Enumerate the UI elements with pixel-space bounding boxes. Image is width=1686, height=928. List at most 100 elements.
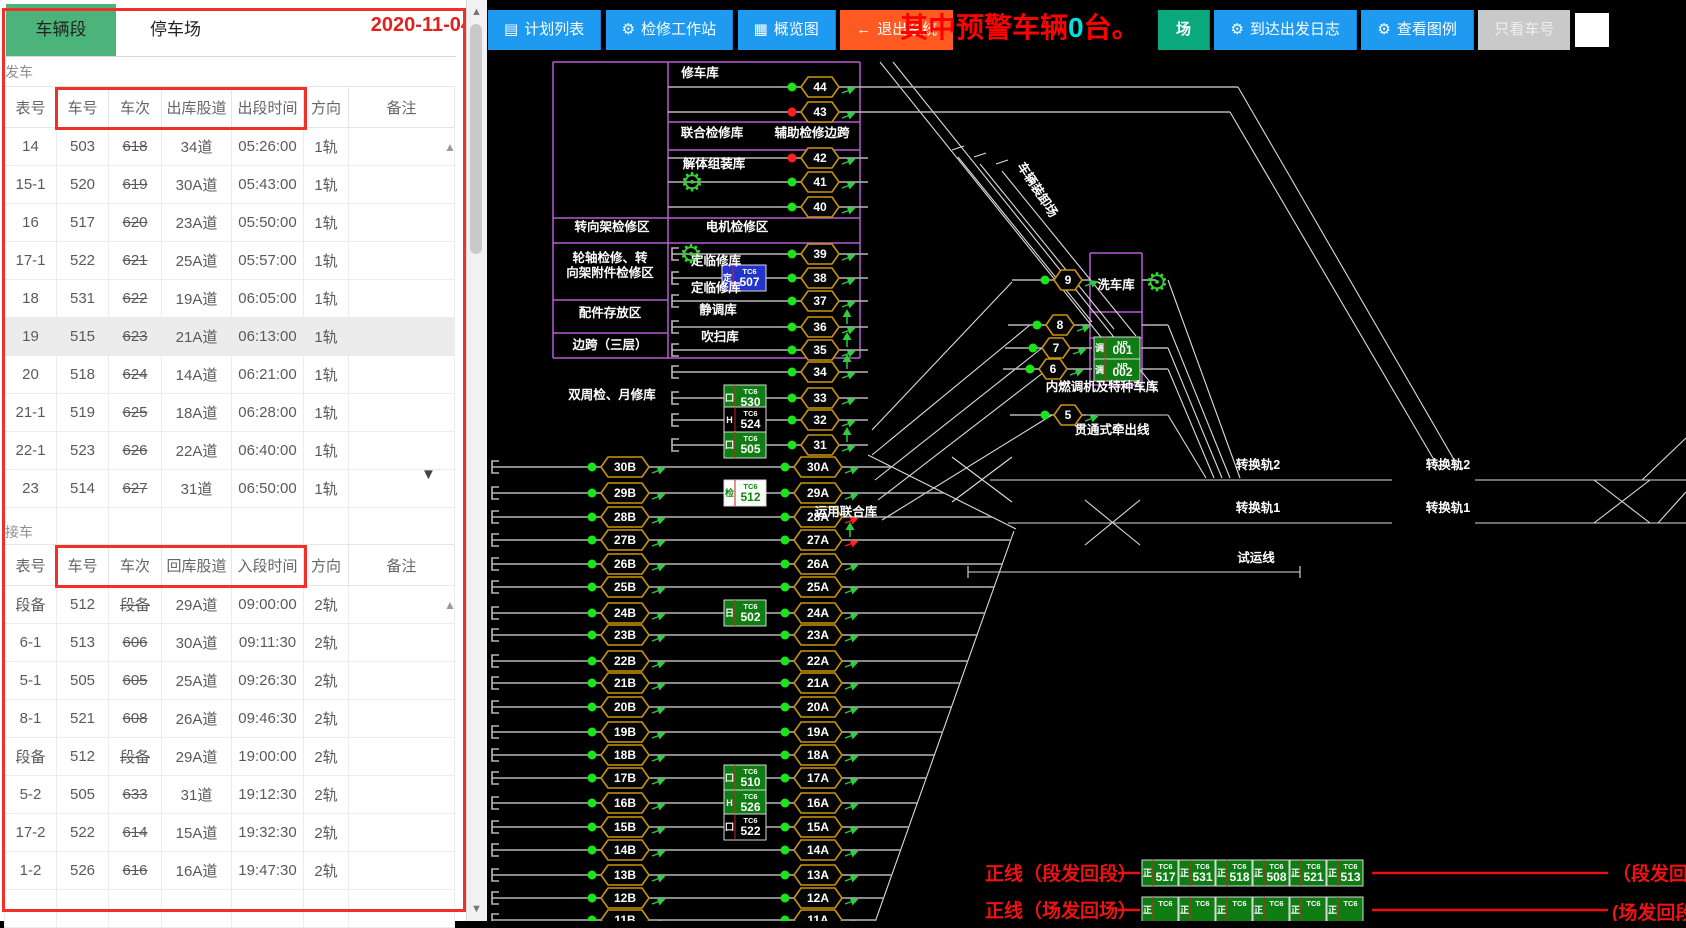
- arrive-cell: 09:00:00: [232, 586, 304, 624]
- green-signal-dot: [588, 536, 597, 545]
- diagram-label: 轮轴检修、转: [572, 250, 648, 265]
- scrollbar-thumb[interactable]: [470, 24, 482, 254]
- diagram-line: [974, 153, 986, 157]
- green-signal-dot: [588, 560, 597, 569]
- green-signal-dot: [788, 346, 797, 355]
- train-box-icon: 正: [1180, 905, 1189, 915]
- route-arrow-icon: [845, 469, 856, 473]
- track-badge-label: 11A: [807, 913, 829, 921]
- green-signal-dot: [781, 489, 790, 498]
- arrive-row[interactable]: [5, 890, 455, 928]
- arrive-row[interactable]: 1-252661616A道19:47:302轨: [5, 852, 455, 890]
- arrive-row[interactable]: 17-252261415A道19:32:302轨: [5, 814, 455, 852]
- depart-cell: 1轨: [304, 166, 349, 204]
- depart-row[interactable]: 22-152362622A道06:40:001轨: [5, 432, 455, 470]
- arrive-depart-log-button[interactable]: ⚙到达出发日志: [1214, 10, 1356, 50]
- depart-row[interactable]: 1951562321A道06:13:001轨: [5, 318, 455, 356]
- depart-cell: [349, 128, 455, 166]
- arrive-cell: 505: [57, 662, 109, 700]
- diagram-label: 试运线: [1237, 550, 1275, 565]
- plan-list-button[interactable]: ▤计划列表: [488, 10, 601, 50]
- date-label: 2020-11-04: [371, 14, 472, 37]
- scroll-up-icon[interactable]: ▲: [471, 6, 482, 18]
- green-signal-dot: [588, 751, 597, 760]
- depart-header: 表号: [5, 87, 57, 128]
- arrive-row[interactable]: 段备512段备29A道19:00:002轨: [5, 738, 455, 776]
- route-arrow-icon: [845, 734, 856, 738]
- route-arrow-icon: [845, 829, 856, 833]
- diagram-label: （段发回场: [1612, 862, 1686, 885]
- repair-workstation-button[interactable]: ⚙检修工作站: [606, 10, 733, 50]
- diagram-pane: 444342414039383736353433323130B30A29B29A…: [486, 0, 1686, 921]
- route-arrow-icon: [842, 400, 853, 404]
- diagram-label: 正线（段发回段）: [985, 862, 1137, 885]
- arrive-row[interactable]: 5-250563331道19:12:302轨: [5, 776, 455, 814]
- depart-row[interactable]: 2051862414A道06:21:001轨: [5, 356, 455, 394]
- train-box-number: 522: [740, 824, 760, 838]
- depart-row[interactable]: 1651762023A道05:50:001轨: [5, 204, 455, 242]
- arrive-row[interactable]: 段备512段备29A道09:00:002轨: [5, 586, 455, 624]
- arrive-cell: 段备: [109, 738, 162, 776]
- tab-depot[interactable]: 车辆段: [6, 4, 116, 56]
- depart-cell: 515: [57, 318, 109, 356]
- green-signal-dot: [588, 871, 597, 880]
- depart-cell: [349, 356, 455, 394]
- field-button[interactable]: 场: [1158, 10, 1210, 50]
- depart-row[interactable]: 17-152262125A道05:57:001轨: [5, 242, 455, 280]
- depart-scroll-down-icon[interactable]: ▼: [421, 466, 436, 483]
- scroll-down-icon[interactable]: ▼: [471, 903, 482, 915]
- tab-parking[interactable]: 停车场: [120, 4, 230, 56]
- depart-cell: 1轨: [304, 128, 349, 166]
- only-carno-button[interactable]: 只看车号: [1478, 10, 1570, 50]
- train-box-type: TC6: [1306, 899, 1320, 908]
- depart-row[interactable]: 15-152061930A道05:43:001轨: [5, 166, 455, 204]
- gear-icon[interactable]: ⚙: [680, 167, 703, 197]
- train-box-icon: 正: [1254, 905, 1263, 915]
- arrive-header: 车号: [57, 545, 109, 586]
- train-box-number: 517: [1155, 870, 1175, 884]
- track-badge-label: 16A: [807, 796, 829, 810]
- diagram-line: [1238, 87, 1460, 470]
- route-arrow-icon: [845, 685, 856, 689]
- diagram-label: 吹扫库: [701, 329, 739, 344]
- depart-cell: 1轨: [304, 394, 349, 432]
- train-box-number: 531: [1192, 870, 1212, 884]
- train-box-icon: 调: [1095, 364, 1104, 375]
- diagram-label: 配件存放区: [579, 305, 642, 320]
- train-box-number: 521: [1303, 870, 1323, 884]
- view-legend-button[interactable]: ⚙查看图例: [1361, 10, 1473, 50]
- arrive-row[interactable]: 5-150560525A道09:26:302轨: [5, 662, 455, 700]
- arrive-cell: [349, 586, 455, 624]
- track-badge-label: 17B: [614, 771, 636, 785]
- arrive-row[interactable]: 6-151360630A道09:11:302轨: [5, 624, 455, 662]
- route-arrow-icon: [845, 495, 856, 499]
- depart-row[interactable]: 1853162219A道06:05:001轨: [5, 280, 455, 318]
- toolbar-left: ▤计划列表 ⚙检修工作站 ▦概览图 ←退出系统: [488, 10, 953, 50]
- gear-icon[interactable]: ⚙: [1145, 267, 1168, 297]
- green-signal-dot: [788, 441, 797, 450]
- diagram-label: 定临修库: [690, 253, 742, 268]
- depart-row[interactable]: [5, 508, 455, 546]
- depart-cell: 18A道: [162, 394, 232, 432]
- green-signal-dot: [588, 823, 597, 832]
- diagram-label: 静调库: [699, 302, 737, 317]
- arrive-row[interactable]: 8-152160826A道09:46:302轨: [5, 700, 455, 738]
- green-signal-dot: [588, 657, 597, 666]
- overview-button[interactable]: ▦概览图: [738, 10, 836, 50]
- main-scrollbar[interactable]: ▲ ▼: [466, 0, 487, 921]
- depart-row[interactable]: 21-151962518A道06:28:001轨: [5, 394, 455, 432]
- green-signal-dot: [788, 250, 797, 259]
- train-box-number: 518: [1229, 870, 1249, 884]
- depart-cell: 519: [57, 394, 109, 432]
- depart-row[interactable]: 2351462731道06:50:001轨: [5, 470, 455, 508]
- depart-cell: 34道: [162, 128, 232, 166]
- depart-scroll-up-icon[interactable]: ▲: [444, 140, 456, 154]
- route-arrow-icon: [652, 877, 663, 881]
- toggle-square[interactable]: [1575, 13, 1609, 47]
- arrive-scroll-up-icon[interactable]: ▲: [444, 598, 456, 612]
- depart-row[interactable]: 1450361834道05:26:001轨: [5, 128, 455, 166]
- depart-cell: 1轨: [304, 432, 349, 470]
- diagram-label: 贯通式牵出线: [1074, 422, 1150, 437]
- green-signal-dot: [781, 799, 790, 808]
- train-box-icon: 调: [1095, 342, 1104, 353]
